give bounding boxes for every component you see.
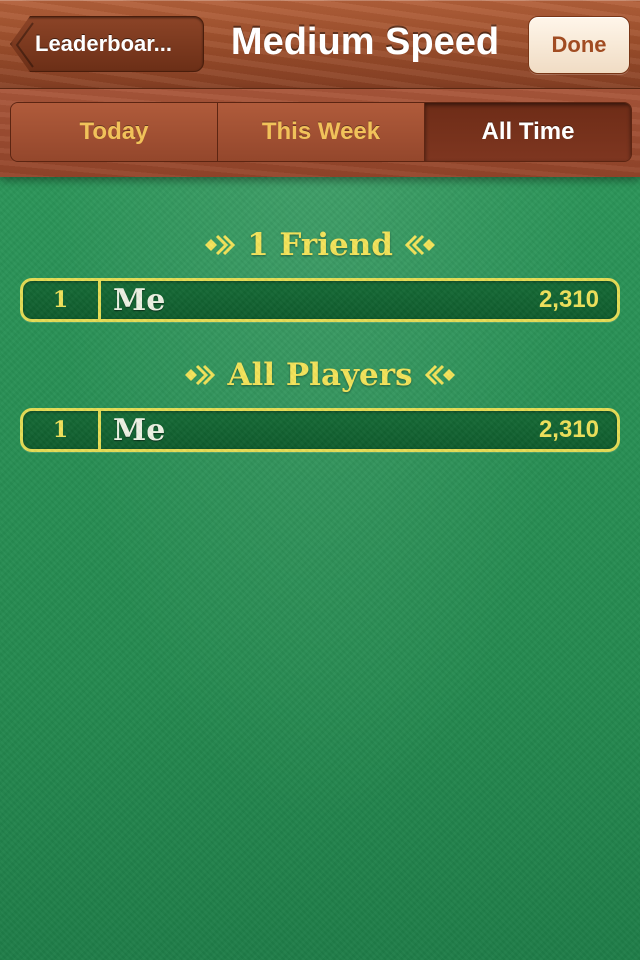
section-header-all-players: All Players xyxy=(0,352,640,398)
ornament-left-icon xyxy=(424,364,455,386)
rank-cell: 1 xyxy=(23,411,101,449)
rank-cell: 1 xyxy=(23,281,101,319)
player-name: Me xyxy=(113,282,166,318)
section-title: All Players xyxy=(227,357,413,393)
player-name: Me xyxy=(113,412,166,448)
back-button-label: Leaderboar... xyxy=(35,31,172,56)
leaderboard-row[interactable]: 1 Me 2,310 xyxy=(20,408,620,452)
tab-all-time[interactable]: All Time xyxy=(425,103,631,161)
tab-this-week[interactable]: This Week xyxy=(218,103,425,161)
ornament-left-icon xyxy=(404,234,435,256)
ornament-right-icon xyxy=(185,364,216,386)
page-title: Medium Speed xyxy=(230,21,500,63)
score-value: 2,310 xyxy=(538,416,599,443)
section-header-friends: 1 Friend xyxy=(0,222,640,268)
back-button[interactable]: Leaderboar... xyxy=(10,16,204,72)
ornament-right-icon xyxy=(205,234,236,256)
done-button[interactable]: Done xyxy=(528,16,630,74)
navigation-bar: Leaderboar... Medium Speed Done xyxy=(0,0,640,89)
time-scope-segmented-control: Today This Week All Time xyxy=(10,102,632,162)
score-value: 2,310 xyxy=(538,286,599,313)
back-chevron-icon xyxy=(15,22,34,68)
section-title: 1 Friend xyxy=(247,227,393,263)
leaderboard-row[interactable]: 1 Me 2,310 xyxy=(20,278,620,322)
tab-today[interactable]: Today xyxy=(11,103,218,161)
time-scope-bar: Today This Week All Time xyxy=(0,89,640,177)
